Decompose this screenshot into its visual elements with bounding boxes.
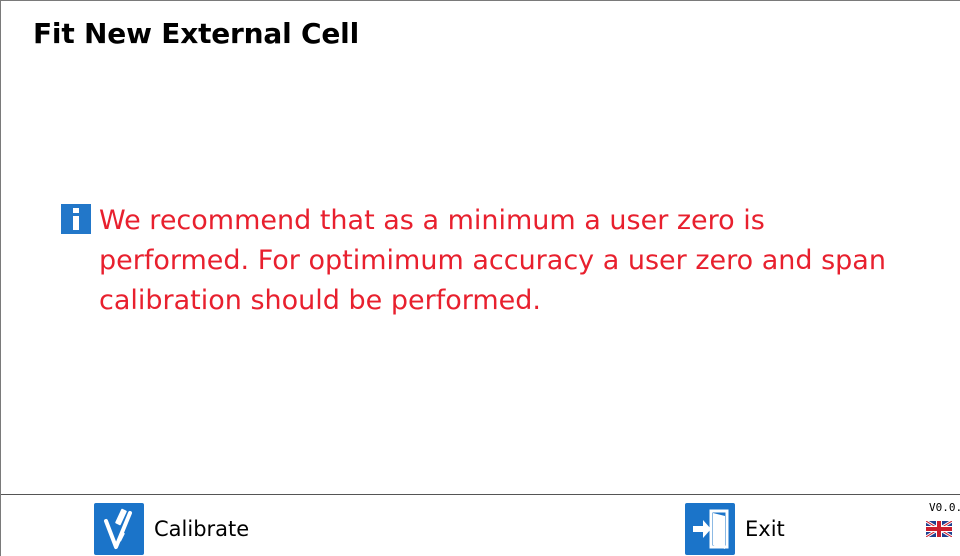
calibrate-button[interactable]: Calibrate (94, 503, 249, 555)
exit-door-icon (685, 503, 735, 555)
exit-label: Exit (745, 517, 785, 541)
exit-button[interactable]: Exit (685, 503, 785, 555)
page-title: Fit New External Cell (33, 17, 359, 50)
fit-new-cell-screen: Fit New External Cell We recommend that … (0, 0, 960, 556)
recommendation-text: We recommend that as a minimum a user ze… (99, 205, 886, 316)
calibrate-icon (94, 503, 144, 555)
info-icon (61, 204, 91, 234)
uk-flag-icon[interactable] (926, 521, 952, 537)
footer-bar: Calibrate Exit V0.0.0 (1, 494, 960, 556)
calibrate-label: Calibrate (154, 517, 250, 541)
version-label: V0.0.0 (929, 501, 960, 514)
